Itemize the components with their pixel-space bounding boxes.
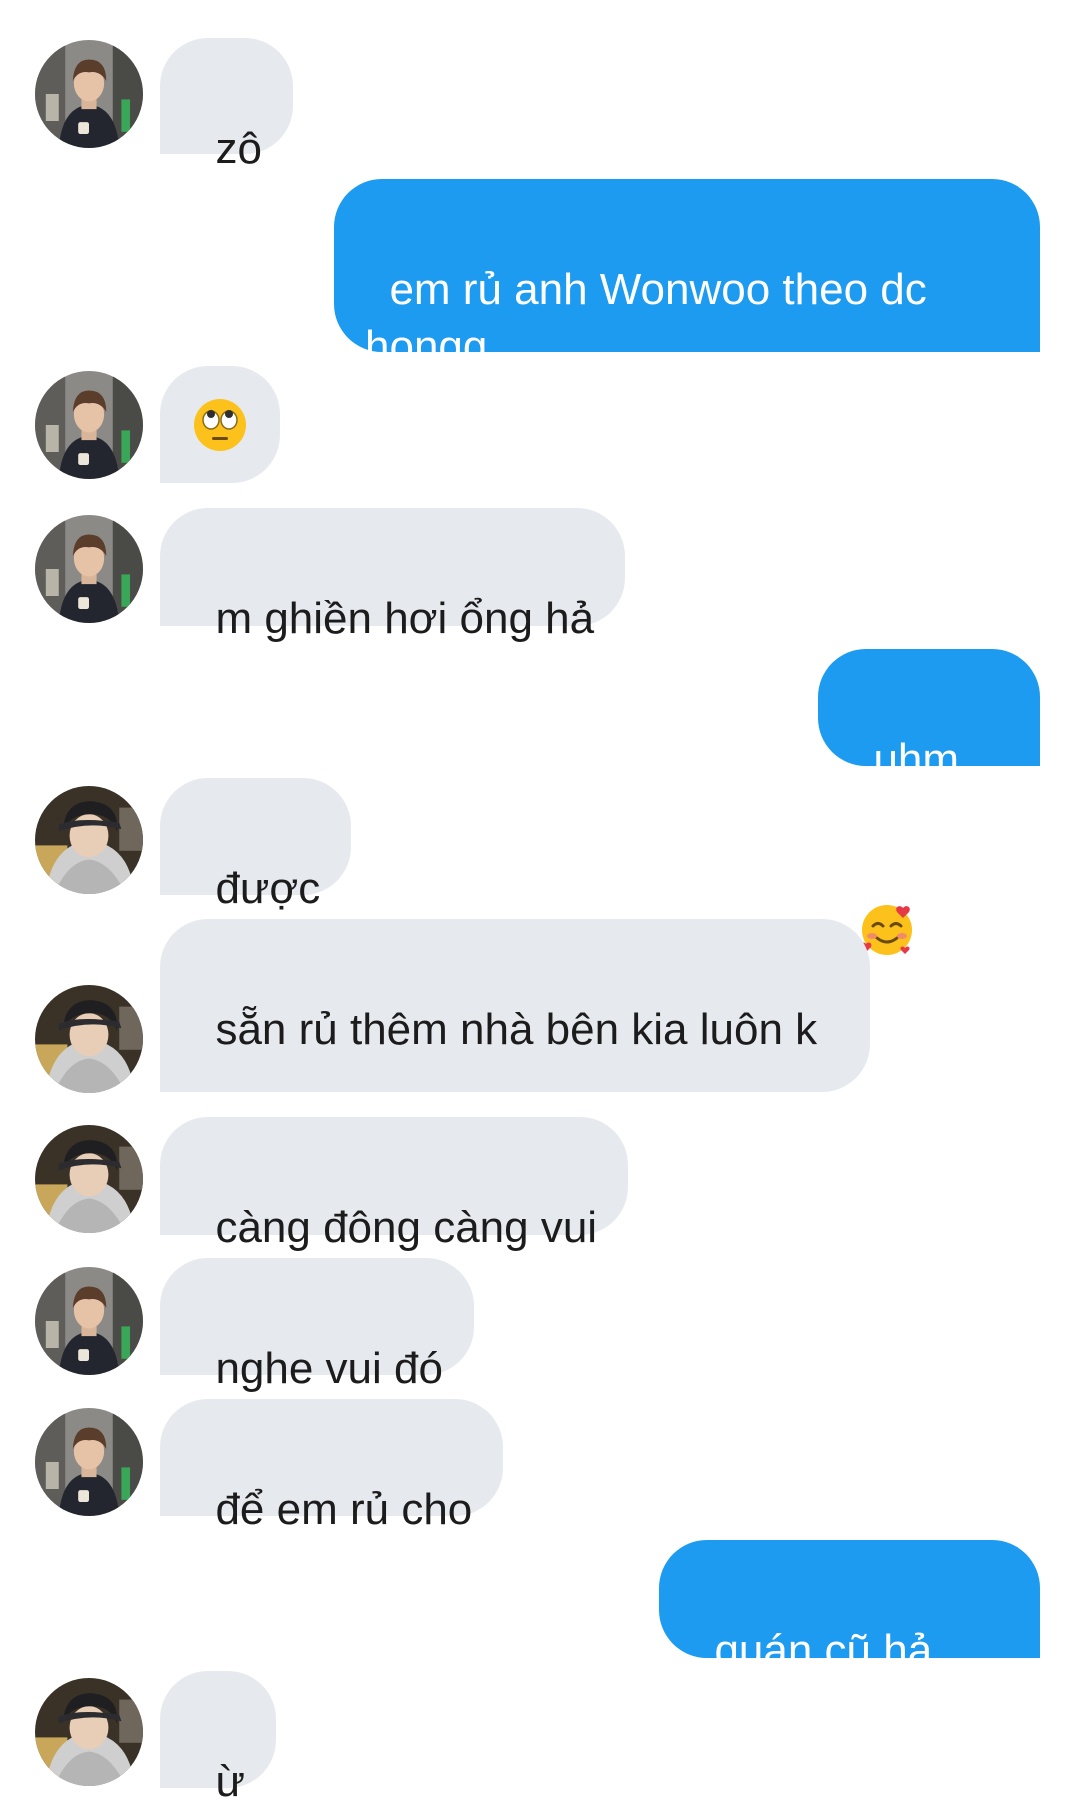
message-text: sẵn rủ thêm nhà bên kia luôn k: [215, 1005, 818, 1054]
avatar-photo: [35, 786, 143, 894]
incoming-message-bubble[interactable]: nghe vui đó: [160, 1258, 474, 1393]
message-text: uhm: [873, 735, 960, 784]
message-text: zô: [215, 124, 262, 173]
outgoing-message-bubble[interactable]: quán cũ hả anh: [659, 1540, 1040, 1732]
message-text: nghe vui đó: [215, 1344, 443, 1393]
message-text: càng đông càng vui: [215, 1203, 598, 1252]
avatar-photo: [35, 1678, 143, 1786]
incoming-message-bubble[interactable]: [160, 366, 280, 483]
message-text: quán cũ hả anh: [690, 1626, 945, 1732]
sender-avatar[interactable]: [35, 1125, 143, 1233]
incoming-message-bubble[interactable]: được: [160, 778, 352, 913]
avatar-photo: [35, 371, 143, 479]
message-text: m ghiền hơi ổng hả: [215, 594, 595, 643]
avatar-photo: [35, 40, 143, 148]
avatar-photo: [35, 1267, 143, 1375]
incoming-message-bubble[interactable]: ừ: [160, 1671, 276, 1806]
message-text: ừ: [215, 1757, 245, 1806]
sender-avatar[interactable]: [35, 786, 143, 894]
avatar-photo: [35, 1125, 143, 1233]
incoming-message-bubble[interactable]: zô: [160, 38, 293, 173]
incoming-message-bubble[interactable]: m ghiền hơi ổng hả: [160, 508, 626, 643]
message-text: để em rủ cho: [215, 1485, 473, 1534]
outgoing-message-bubble[interactable]: uhm: [818, 649, 1040, 956]
smiling-face-with-hearts-emoji: [859, 788, 915, 956]
incoming-message-bubble[interactable]: sẵn rủ thêm nhà bên kia luôn k: [160, 919, 870, 1092]
sender-avatar[interactable]: [35, 985, 143, 1093]
avatar-photo: [35, 1408, 143, 1516]
sender-avatar[interactable]: [35, 40, 143, 148]
incoming-message-bubble[interactable]: càng đông càng vui: [160, 1117, 629, 1252]
avatar-photo: [35, 515, 143, 623]
incoming-message-bubble[interactable]: để em rủ cho: [160, 1399, 504, 1534]
message-text: em rủ anh Wonwoo theo dc hongg: [365, 265, 939, 371]
sender-avatar[interactable]: [35, 1678, 143, 1786]
sender-avatar[interactable]: [35, 1408, 143, 1516]
sender-avatar[interactable]: [35, 1267, 143, 1375]
avatar-photo: [35, 985, 143, 1093]
sender-avatar[interactable]: [35, 515, 143, 623]
sender-avatar[interactable]: [35, 371, 143, 479]
message-text: được: [215, 864, 321, 913]
face-with-rolling-eyes-emoji: [194, 398, 246, 451]
outgoing-message-bubble[interactable]: em rủ anh Wonwoo theo dc hongg: [334, 179, 1040, 371]
